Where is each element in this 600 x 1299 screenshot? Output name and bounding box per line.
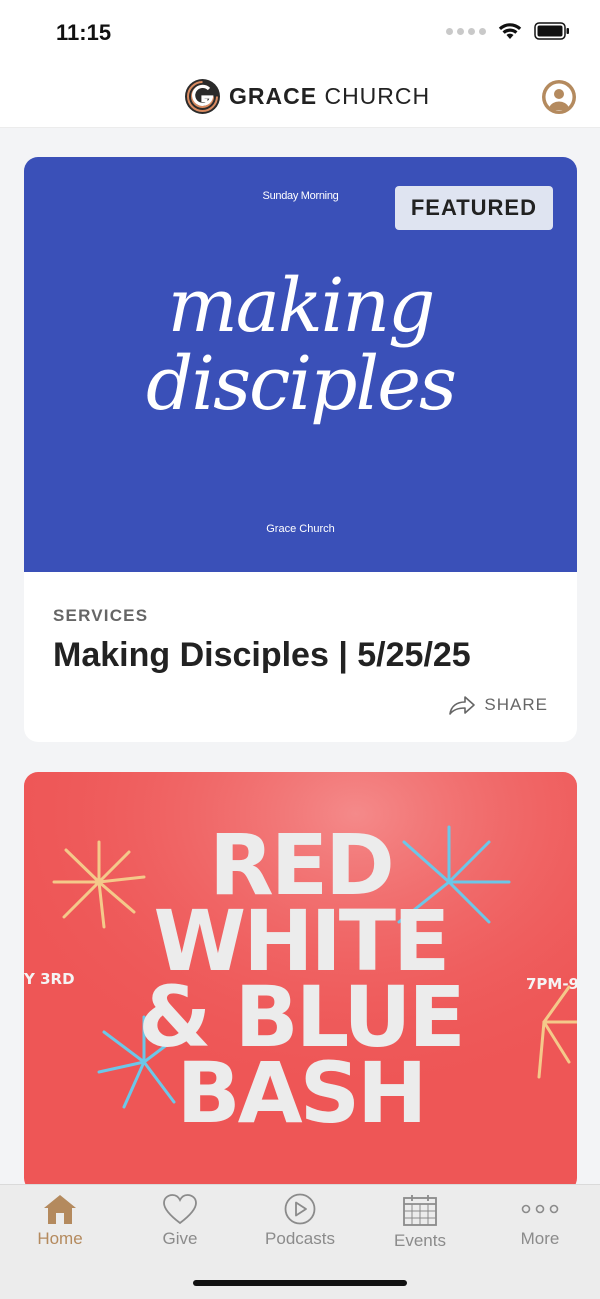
share-label: SHARE <box>484 695 548 714</box>
feed: Sunday Morning FEATURED making disciples… <box>24 157 577 1222</box>
card-hero-image[interactable]: Sunday Morning FEATURED making disciples… <box>24 157 577 572</box>
signal-icon <box>446 27 486 35</box>
card-category: SERVICES <box>53 606 149 625</box>
user-avatar-icon <box>543 81 575 113</box>
status-icons <box>446 22 570 40</box>
hero-footer: Grace Church <box>266 523 335 535</box>
status-bar: 11:15 <box>0 0 600 64</box>
hero-title-line: disciples <box>146 341 457 427</box>
hero-title-line: making <box>167 263 436 349</box>
church-logo-icon <box>185 79 220 114</box>
tab-more[interactable]: More <box>480 1193 600 1249</box>
card-title[interactable]: Making Disciples | 5/25/25 <box>53 636 548 675</box>
tab-label: More <box>520 1229 560 1248</box>
brand-name-bold: GRACE <box>229 83 318 109</box>
event-title-line: BASH <box>176 1044 428 1142</box>
event-hero-title: RED WHITE & BLUE BASH <box>24 823 577 1142</box>
tab-podcasts[interactable]: Podcasts <box>240 1193 360 1249</box>
tab-label: Give <box>162 1229 198 1248</box>
tab-label: Home <box>37 1229 83 1248</box>
brand: GRACE CHURCH <box>184 78 430 115</box>
brand-name-light: CHURCH <box>324 83 431 109</box>
tab-home[interactable]: Home <box>0 1193 120 1249</box>
share-button[interactable]: SHARE <box>448 694 548 716</box>
wifi-icon <box>498 23 522 39</box>
battery-icon <box>534 22 569 40</box>
tab-label: Events <box>394 1231 446 1250</box>
calendar-icon <box>403 1195 437 1226</box>
status-time: 11:15 <box>56 20 112 45</box>
app-header: GRACE CHURCH <box>0 64 600 128</box>
heart-icon <box>163 1194 197 1225</box>
profile-button[interactable] <box>542 80 576 114</box>
featured-card[interactable]: Sunday Morning FEATURED making disciples… <box>24 157 577 742</box>
card-hero-image[interactable]: Y 3RD 7PM-9 RED WHITE & BLUE BASH <box>24 772 577 1192</box>
featured-badge: FEATURED <box>394 186 553 230</box>
play-circle-icon <box>284 1193 316 1225</box>
tab-label: Podcasts <box>265 1229 335 1248</box>
more-dots-icon <box>521 1204 559 1214</box>
brand-name: GRACE CHURCH <box>229 83 430 110</box>
home-indicator[interactable] <box>193 1280 407 1286</box>
home-icon <box>44 1195 76 1224</box>
event-card[interactable]: Y 3RD 7PM-9 RED WHITE & BLUE BASH <box>24 772 577 1192</box>
card-body: SERVICES Making Disciples | 5/25/25 SHAR… <box>24 572 577 742</box>
hero-title: making disciples <box>24 267 577 423</box>
share-arrow-icon <box>449 696 476 715</box>
tab-events[interactable]: Events <box>360 1193 480 1251</box>
tab-give[interactable]: Give <box>120 1193 240 1249</box>
